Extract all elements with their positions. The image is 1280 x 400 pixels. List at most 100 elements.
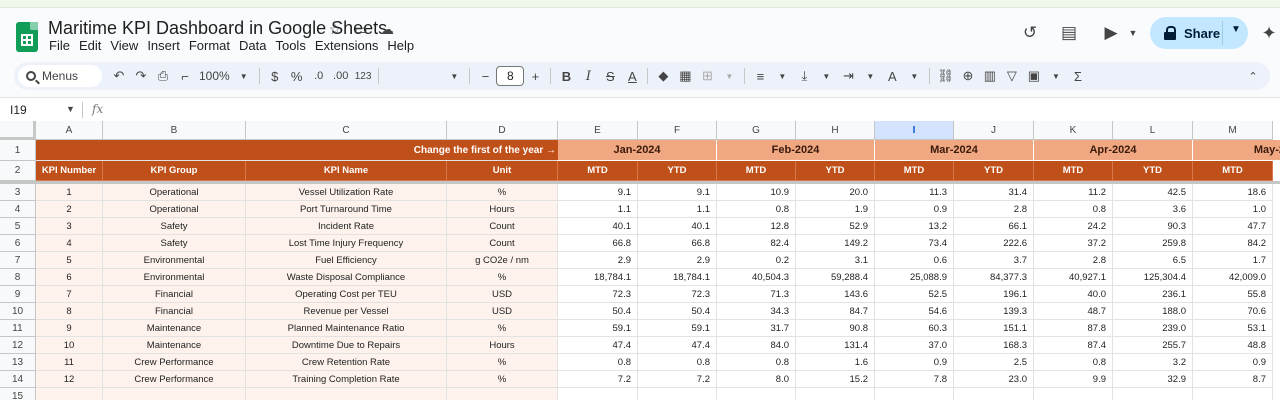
column-header-g[interactable]: G <box>717 121 796 140</box>
menu-insert[interactable]: Insert <box>147 38 185 53</box>
kpi-value-cell[interactable]: 24.2 <box>1034 218 1113 235</box>
kpi-group-cell[interactable]: Financial <box>103 286 246 303</box>
kpi-value-cell[interactable]: 54.6 <box>875 303 954 320</box>
zoom-dropdown-icon[interactable]: ▼ <box>233 65 255 87</box>
italic-icon[interactable]: I <box>577 65 599 87</box>
comments-icon[interactable]: ▤ <box>1058 22 1080 44</box>
kpi-value-cell[interactable]: 34.3 <box>717 303 796 320</box>
month-header[interactable]: May-20 <box>1193 140 1280 161</box>
kpi-value-cell[interactable]: 42.5 <box>1113 184 1193 201</box>
kpi-value-cell[interactable]: 52.5 <box>875 286 954 303</box>
merge-dropdown-icon[interactable]: ▼ <box>718 65 740 87</box>
kpi-value-cell[interactable]: 0.9 <box>1193 354 1273 371</box>
kpi-unit-cell[interactable]: % <box>447 184 558 201</box>
kpi-value-cell[interactable]: 73.4 <box>875 235 954 252</box>
kpi-value-cell[interactable]: 1.0 <box>1193 201 1273 218</box>
valign-dropdown-icon[interactable]: ▼ <box>815 65 837 87</box>
month-header[interactable]: Apr-2024 <box>1034 140 1193 161</box>
month-header[interactable]: Feb-2024 <box>717 140 875 161</box>
kpi-name-cell[interactable]: Crew Retention Rate <box>246 354 447 371</box>
kpi-value-cell[interactable]: 12.8 <box>717 218 796 235</box>
kpi-unit-cell[interactable]: % <box>447 269 558 286</box>
kpi-name-cell[interactable]: Downtime Due to Repairs <box>246 337 447 354</box>
row-header-2[interactable]: 2 <box>0 161 36 181</box>
kpi-value-cell[interactable]: 3.6 <box>1113 201 1193 218</box>
cloud-status-icon[interactable]: ☁ <box>378 20 396 38</box>
kpi-value-cell[interactable]: 84.0 <box>717 337 796 354</box>
meet-video-icon[interactable]: ▶ <box>1100 22 1122 44</box>
kpi-table-header[interactable]: KPI Name <box>246 161 447 181</box>
text-color-icon[interactable]: A <box>621 65 643 87</box>
row-header-8[interactable]: 8 <box>0 269 36 286</box>
kpi-number-cell[interactable]: 8 <box>36 303 103 320</box>
kpi-group-cell[interactable]: Crew Performance <box>103 354 246 371</box>
empty-cell[interactable] <box>875 388 954 400</box>
empty-cell[interactable] <box>1193 388 1273 400</box>
kpi-value-cell[interactable]: 66.1 <box>954 218 1034 235</box>
column-header-h[interactable]: H <box>796 121 875 140</box>
column-header-a[interactable]: A <box>36 121 103 140</box>
kpi-group-cell[interactable]: Operational <box>103 184 246 201</box>
kpi-number-cell[interactable]: 4 <box>36 235 103 252</box>
vertical-align-icon[interactable]: ⤓ <box>793 65 815 87</box>
kpi-unit-cell[interactable]: % <box>447 371 558 388</box>
kpi-value-cell[interactable]: 0.8 <box>558 354 638 371</box>
kpi-value-cell[interactable]: 90.3 <box>1113 218 1193 235</box>
kpi-unit-cell[interactable]: USD <box>447 286 558 303</box>
font-family-select[interactable] <box>383 65 443 87</box>
halign-dropdown-icon[interactable]: ▼ <box>771 65 793 87</box>
kpi-value-cell[interactable]: 40.1 <box>638 218 717 235</box>
kpi-value-cell[interactable]: 53.1 <box>1193 320 1273 337</box>
row-header-9[interactable]: 9 <box>0 286 36 303</box>
decrease-font-size-button[interactable]: − <box>474 65 496 87</box>
kpi-value-cell[interactable]: 2.5 <box>954 354 1034 371</box>
kpi-value-cell[interactable]: 10.9 <box>717 184 796 201</box>
merge-cells-icon[interactable]: ⊞ <box>696 65 718 87</box>
kpi-value-cell[interactable]: 131.4 <box>796 337 875 354</box>
kpi-group-cell[interactable]: Maintenance <box>103 320 246 337</box>
row-header-7[interactable]: 7 <box>0 252 36 269</box>
kpi-value-cell[interactable]: 2.8 <box>954 201 1034 218</box>
column-header-b[interactable]: B <box>103 121 246 140</box>
column-header-f[interactable]: F <box>638 121 717 140</box>
kpi-value-cell[interactable]: 239.0 <box>1113 320 1193 337</box>
kpi-value-cell[interactable]: 8.0 <box>717 371 796 388</box>
kpi-value-cell[interactable]: 236.1 <box>1113 286 1193 303</box>
increase-decimal-button[interactable]: .00 <box>330 65 352 87</box>
kpi-value-cell[interactable]: 70.6 <box>1193 303 1273 320</box>
menus-search[interactable]: Menus <box>18 65 102 87</box>
kpi-value-cell[interactable]: 0.8 <box>638 354 717 371</box>
more-formats-button[interactable]: 123 <box>352 65 375 87</box>
kpi-value-cell[interactable]: 2.9 <box>638 252 717 269</box>
kpi-value-cell[interactable]: 11.3 <box>875 184 954 201</box>
row-header-11[interactable]: 11 <box>0 320 36 337</box>
column-header-d[interactable]: D <box>447 121 558 140</box>
kpi-value-cell[interactable]: 20.0 <box>796 184 875 201</box>
column-header-e[interactable]: E <box>558 121 638 140</box>
increase-font-size-button[interactable]: + <box>524 65 546 87</box>
text-wrapping-icon[interactable]: ⇥ <box>837 65 859 87</box>
kpi-number-cell[interactable]: 5 <box>36 252 103 269</box>
kpi-value-cell[interactable]: 0.8 <box>717 201 796 218</box>
insert-link-icon[interactable]: ⛓ <box>934 65 957 87</box>
empty-cell[interactable] <box>954 388 1034 400</box>
kpi-value-cell[interactable]: 3.2 <box>1113 354 1193 371</box>
kpi-group-cell[interactable]: Crew Performance <box>103 371 246 388</box>
kpi-value-cell[interactable]: 18,784.1 <box>638 269 717 286</box>
kpi-unit-cell[interactable]: Hours <box>447 201 558 218</box>
kpi-value-cell[interactable]: 139.3 <box>954 303 1034 320</box>
kpi-value-cell[interactable]: 0.8 <box>1034 201 1113 218</box>
kpi-value-cell[interactable]: 0.6 <box>875 252 954 269</box>
kpi-value-cell[interactable]: 1.6 <box>796 354 875 371</box>
menu-format[interactable]: Format <box>189 38 235 53</box>
kpi-value-cell[interactable]: 84,377.3 <box>954 269 1034 286</box>
name-box[interactable]: I19 <box>10 103 27 117</box>
font-size-input[interactable]: 8 <box>496 66 525 86</box>
filter-icon[interactable]: ▽ <box>1001 65 1023 87</box>
kpi-group-cell[interactable]: Safety <box>103 218 246 235</box>
spreadsheet-grid[interactable]: A B C D E F G H I J K L M 1 2 3 4 5 6 7 8 9 10 11 12 13 14 15 Change… <box>0 121 1280 400</box>
empty-cell[interactable] <box>717 388 796 400</box>
menu-file[interactable]: File <box>49 38 75 53</box>
kpi-group-cell[interactable]: Maintenance <box>103 337 246 354</box>
collapse-toolbar-icon[interactable]: ⌃ <box>1242 65 1264 87</box>
